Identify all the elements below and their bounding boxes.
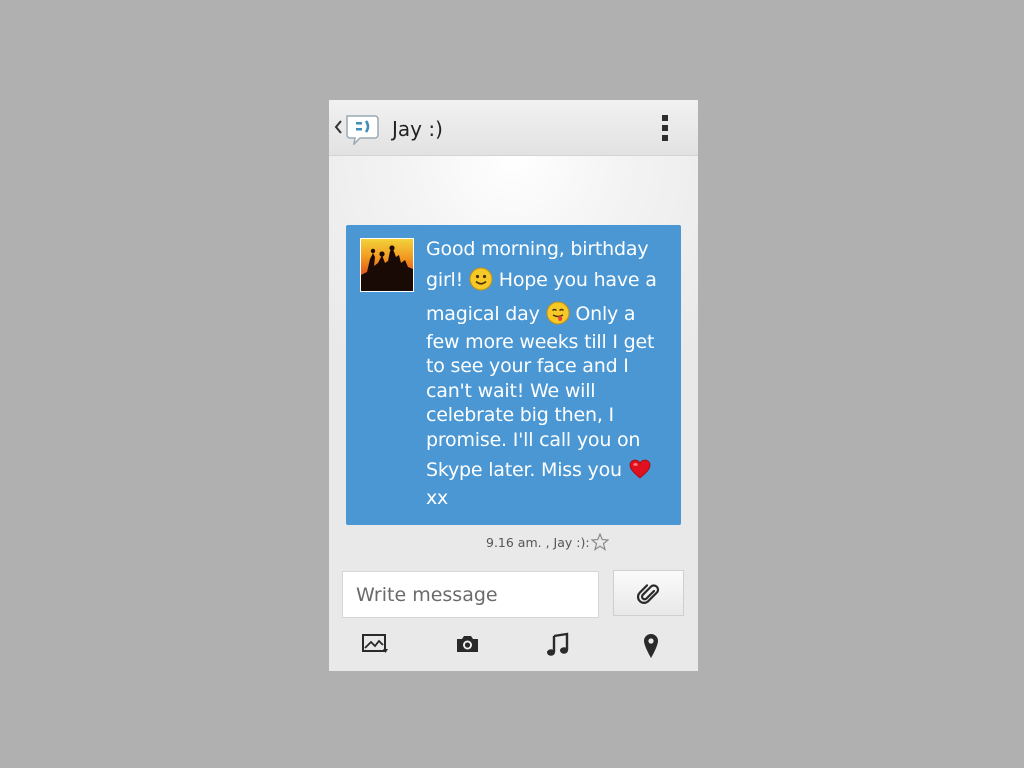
smiling-face-emoji — [469, 267, 493, 291]
message-line: Hope you have a — [498, 268, 657, 291]
messaging-screen: Jay :) Good morning, birthday girl! Hope… — [329, 100, 698, 671]
location-pin-icon[interactable] — [635, 627, 671, 663]
message-line: promise. I'll call you on — [426, 428, 641, 451]
message-bubble[interactable]: Good morning, birthday girl! Hope you ha… — [346, 225, 681, 525]
message-text: Good morning, birthday girl! Hope you ha… — [426, 237, 671, 511]
conversation-header: Jay :) — [329, 100, 698, 156]
message-line: Skype later. Miss you — [426, 459, 622, 481]
message-line: can't wait! We will — [426, 379, 596, 402]
message-timestamp: 9.16 am. , Jay :): — [486, 535, 590, 550]
overflow-menu-icon[interactable] — [655, 113, 675, 143]
message-line: few more weeks till I get — [426, 330, 655, 353]
chevron-left-icon[interactable] — [332, 114, 344, 140]
camera-icon[interactable] — [450, 627, 486, 663]
paperclip-icon — [637, 584, 660, 604]
winking-tongue-emoji — [546, 301, 570, 325]
attach-button[interactable] — [613, 570, 684, 616]
message-line: Only a — [575, 302, 636, 325]
message-line: Good morning, birthday — [426, 238, 649, 260]
red-heart-emoji — [628, 457, 652, 481]
message-line: xx — [426, 487, 449, 509]
messaging-app-icon[interactable] — [344, 113, 380, 147]
message-line: girl! — [426, 268, 464, 291]
contact-avatar[interactable] — [360, 238, 414, 292]
message-line: to see your face and I — [426, 355, 629, 377]
write-message-input[interactable] — [342, 571, 599, 618]
message-line: magical day — [426, 302, 540, 325]
contact-name[interactable]: Jay :) — [392, 116, 443, 142]
star-outline-icon[interactable] — [590, 532, 610, 551]
music-note-icon[interactable] — [541, 627, 577, 663]
gallery-icon[interactable] — [357, 627, 393, 663]
message-line: celebrate big then, I — [426, 404, 614, 426]
